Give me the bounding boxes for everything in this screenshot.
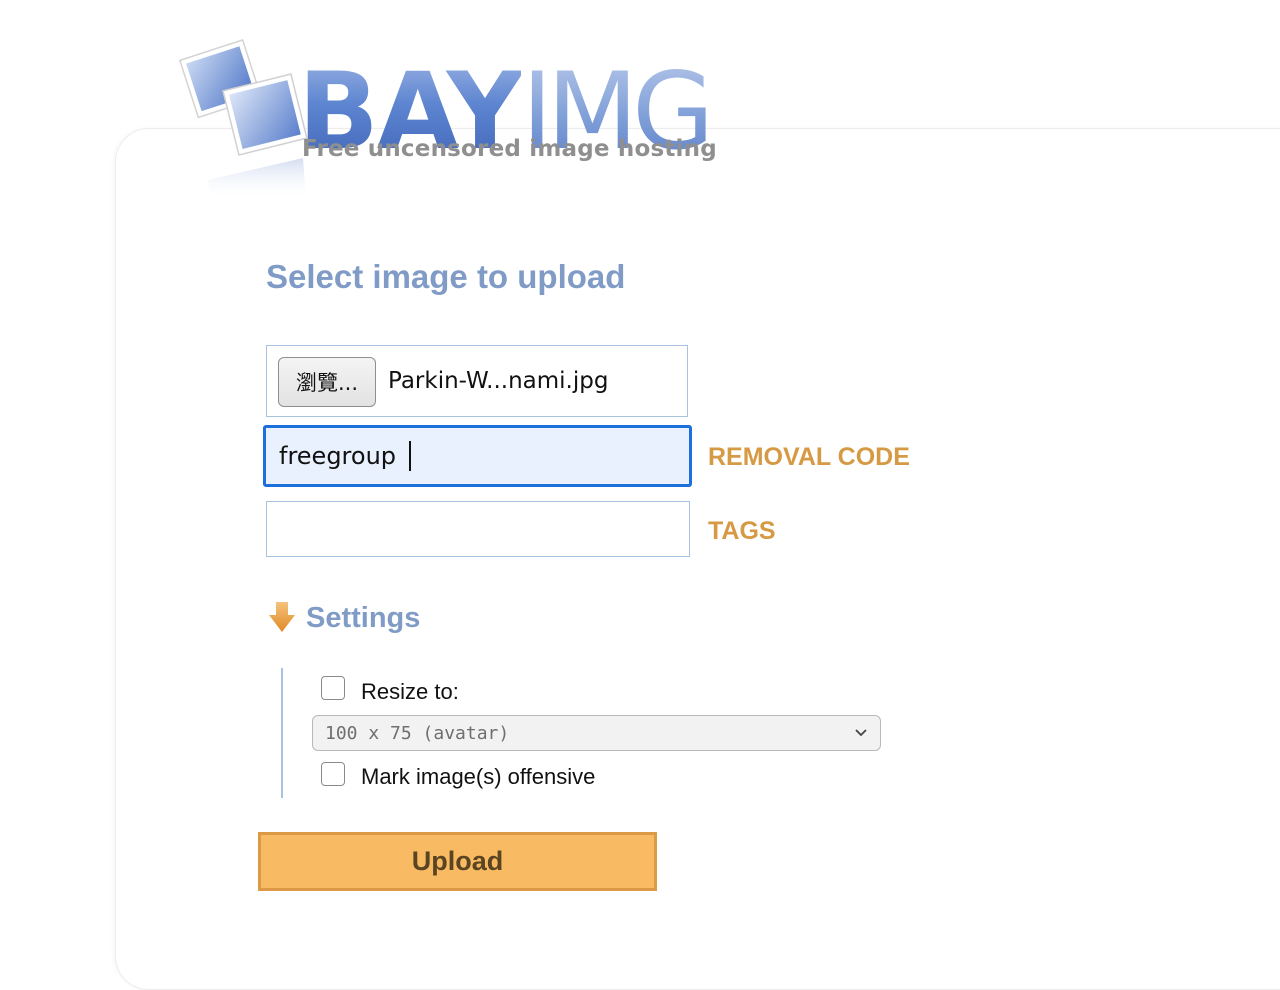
chevron-down-icon xyxy=(855,729,867,737)
logo-photos-icon xyxy=(178,39,308,200)
file-picker: 瀏覽... Parkin-W...nami.jpg xyxy=(266,345,688,417)
logo-tagline: Free uncensored image hosting xyxy=(302,136,717,162)
removal-code-input[interactable] xyxy=(263,425,692,487)
upload-section-title: Select image to upload xyxy=(266,258,626,295)
resize-label: Resize to: xyxy=(361,679,459,704)
browse-button[interactable]: 瀏覽... xyxy=(278,357,376,407)
settings-title: Settings xyxy=(306,602,421,634)
removal-code-label: REMOVAL CODE xyxy=(708,443,910,471)
bayimg-logo[interactable]: BAYIMG Free uncensored image hosting xyxy=(178,30,738,205)
resize-select[interactable]: 100 x 75 (avatar) xyxy=(312,715,881,751)
settings-divider xyxy=(281,668,283,798)
resize-select-value: 100 x 75 (avatar) xyxy=(325,723,510,744)
arrow-down-icon xyxy=(269,602,295,632)
offensive-label: Mark image(s) offensive xyxy=(361,764,596,789)
tags-input[interactable] xyxy=(266,501,690,557)
text-cursor xyxy=(409,441,411,471)
resize-checkbox[interactable] xyxy=(321,676,345,700)
upload-button[interactable]: Upload xyxy=(258,832,657,891)
selected-file-name: Parkin-W...nami.jpg xyxy=(388,368,609,394)
offensive-checkbox[interactable] xyxy=(321,762,345,786)
tags-label: TAGS xyxy=(708,517,776,545)
